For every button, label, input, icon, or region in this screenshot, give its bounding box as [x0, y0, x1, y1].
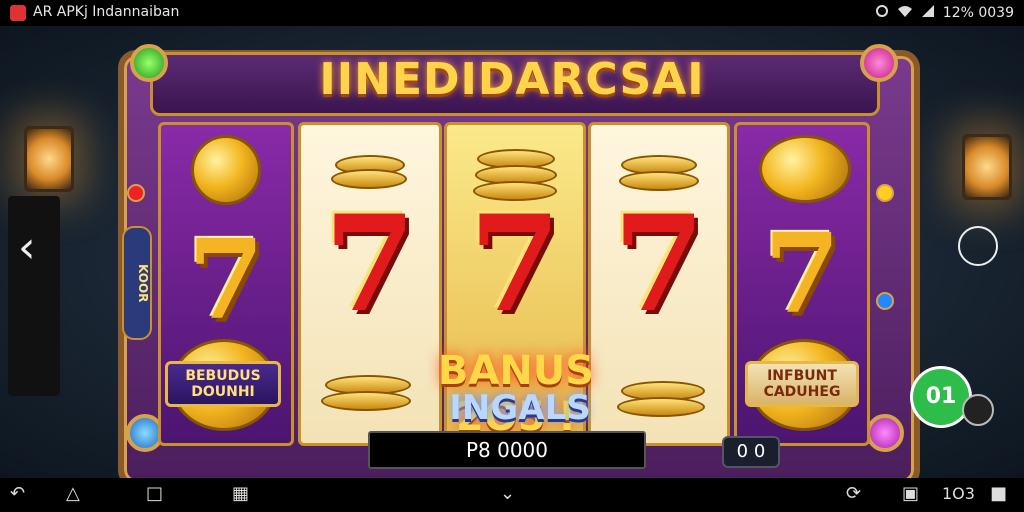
navigation-bar: ↶ △ □ ▦ ⌄ ⟳ ▣ 1O3 ■ [0, 478, 1024, 512]
chevron-down-icon[interactable]: ⌄ [500, 485, 515, 503]
symbol-seven: 7 [324, 187, 416, 342]
balance-display: P8 0000 [368, 431, 646, 469]
reel-5: 7 INFBUNT CADUHEG [734, 122, 870, 446]
status-bar: AR APKj Indannaiban 12% 0039 [0, 0, 1024, 26]
status-right-text: 12% 0039 [942, 5, 1014, 21]
chat-button[interactable]: 01 [910, 366, 972, 428]
symbol-seven: 7 [613, 187, 705, 342]
signal-icon [921, 4, 935, 22]
game-title: IINEDIDARCSAI [319, 54, 705, 105]
notification-icon [875, 4, 889, 22]
nav-right-text: 1O3 [942, 484, 975, 503]
gem-green [130, 44, 168, 82]
small-circle-button[interactable] [962, 394, 994, 426]
symbol-seven: 7 [187, 215, 265, 344]
app-icon [10, 5, 26, 21]
coin-stack [331, 169, 407, 189]
bonus-subtext: INGALS [449, 388, 591, 428]
reel-badge-right: INFBUNT CADUHEG [745, 361, 859, 407]
back-arrow-icon[interactable]: ‹ [18, 226, 36, 270]
symbol-seven: 7 [469, 187, 561, 342]
indicator-blue [876, 292, 894, 310]
indicator-red [127, 184, 145, 202]
volume-icon[interactable]: ■ [990, 485, 1007, 503]
bet-counter[interactable]: 0 0 [722, 436, 780, 468]
home-icon[interactable]: △ [66, 485, 80, 503]
reel-badge-left: BEBUDUS DOUNHI [165, 361, 281, 407]
lamp-right [962, 134, 1012, 200]
circle-button[interactable] [958, 226, 998, 266]
game-scene: ‹ IINEDIDARCSAI KOOR 7 BEBUDUS DOUNHI 7 … [0, 26, 1024, 478]
screenshot-icon[interactable]: ▦ [232, 485, 249, 503]
gem-pink [860, 44, 898, 82]
reel-1: 7 BEBUDUS DOUNHI [158, 122, 294, 446]
back-icon[interactable]: ↶ [10, 485, 25, 503]
indicator-yellow [876, 184, 894, 202]
lamp-left [24, 126, 74, 192]
wifi-icon [897, 4, 913, 22]
coin [759, 135, 851, 203]
symbol-seven: 7 [763, 209, 841, 338]
status-app-title: AR APKj Indannaiban [33, 4, 180, 20]
status-right: 12% 0039 [875, 4, 1014, 22]
rotate-icon[interactable]: ⟳ [846, 485, 861, 503]
recents-icon[interactable]: □ [146, 485, 163, 503]
gem-magenta [866, 414, 904, 452]
side-label: KOOR [122, 226, 152, 340]
window-icon[interactable]: ▣ [902, 485, 919, 503]
coin [191, 135, 261, 205]
